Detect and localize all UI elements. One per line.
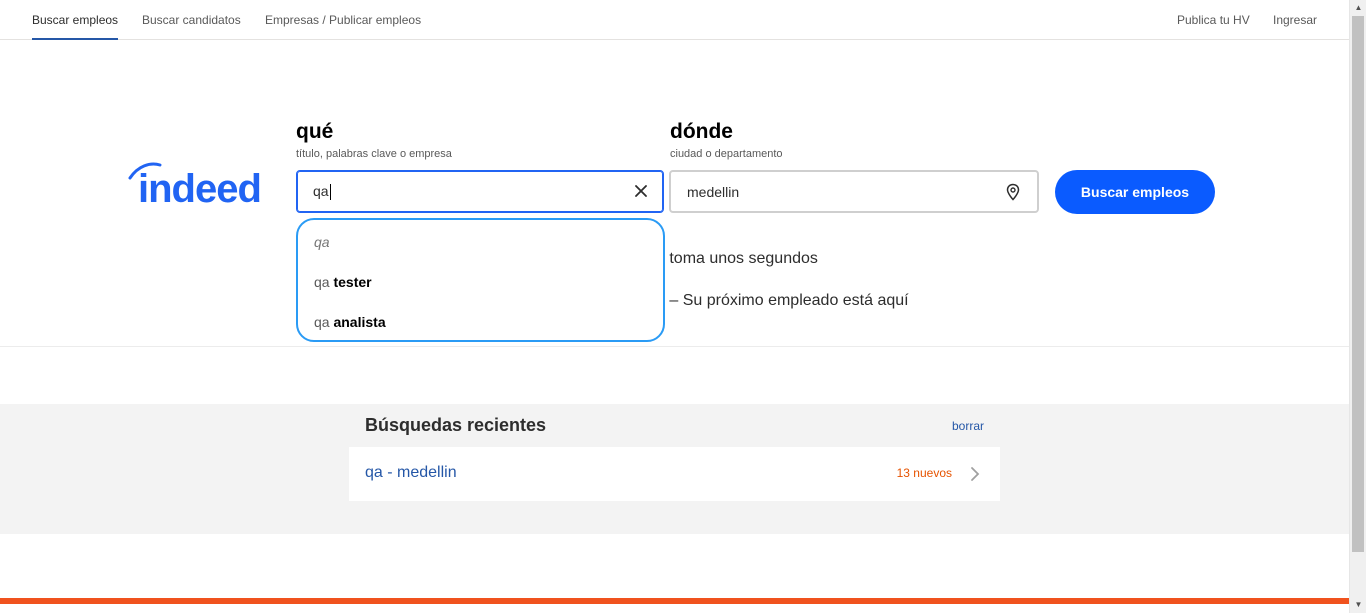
nav-sign-in[interactable]: Ingresar [1273, 0, 1317, 40]
page-scrollbar[interactable]: ▲ ▼ [1349, 0, 1366, 613]
where-sublabel: ciudad o departamento [670, 148, 783, 160]
nav-find-jobs[interactable]: Buscar empleos [32, 0, 119, 40]
autocomplete-item[interactable]: qa analista [314, 314, 386, 330]
svg-text:indeed: indeed [138, 167, 261, 210]
search-jobs-button[interactable]: Buscar empleos [1055, 170, 1215, 214]
where-label: dónde [670, 120, 733, 143]
what-search-input[interactable]: qa [296, 170, 664, 213]
what-sublabel: título, palabras clave o empresa [296, 148, 452, 160]
scroll-down-icon[interactable]: ▼ [1350, 597, 1366, 613]
what-input-value: qa [313, 183, 331, 201]
where-input-value: medellin [687, 184, 740, 200]
section-divider [0, 346, 1349, 347]
recent-searches-title: Búsquedas recientes [365, 415, 547, 435]
scroll-up-icon[interactable]: ▲ [1350, 0, 1366, 16]
upload-resume-text: o toma unos segundos [656, 250, 818, 267]
nav-find-candidates[interactable]: Buscar candidatos [142, 0, 241, 40]
close-icon[interactable] [633, 183, 649, 199]
top-navigation: Buscar empleos Buscar candidatos Empresa… [0, 0, 1349, 40]
chevron-right-icon [970, 466, 980, 482]
scrollbar-thumb[interactable] [1352, 16, 1364, 552]
footer-accent-bar [0, 598, 1349, 604]
autocomplete-item[interactable]: qa [314, 234, 330, 250]
location-pin-icon [1005, 183, 1021, 201]
nav-employers[interactable]: Empresas / Publicar empleos [265, 0, 421, 40]
autocomplete-item[interactable]: qa tester [314, 274, 372, 290]
recent-search-query[interactable]: qa - medellin [365, 464, 457, 482]
new-jobs-count: 13 nuevos [896, 466, 952, 480]
autocomplete-dropdown: qa qa tester qa analista [296, 218, 665, 342]
employer-text: o – Su próximo empleado está aquí [656, 292, 909, 310]
what-label: qué [296, 120, 334, 143]
indeed-logo[interactable]: indeed [128, 160, 278, 210]
clear-recent-link[interactable]: borrar [952, 419, 984, 433]
recent-search-item[interactable]: qa - medellin 13 nuevos [349, 447, 1000, 501]
nav-post-resume[interactable]: Publica tu HV [1177, 0, 1250, 40]
where-location-input[interactable]: medellin [669, 170, 1039, 213]
